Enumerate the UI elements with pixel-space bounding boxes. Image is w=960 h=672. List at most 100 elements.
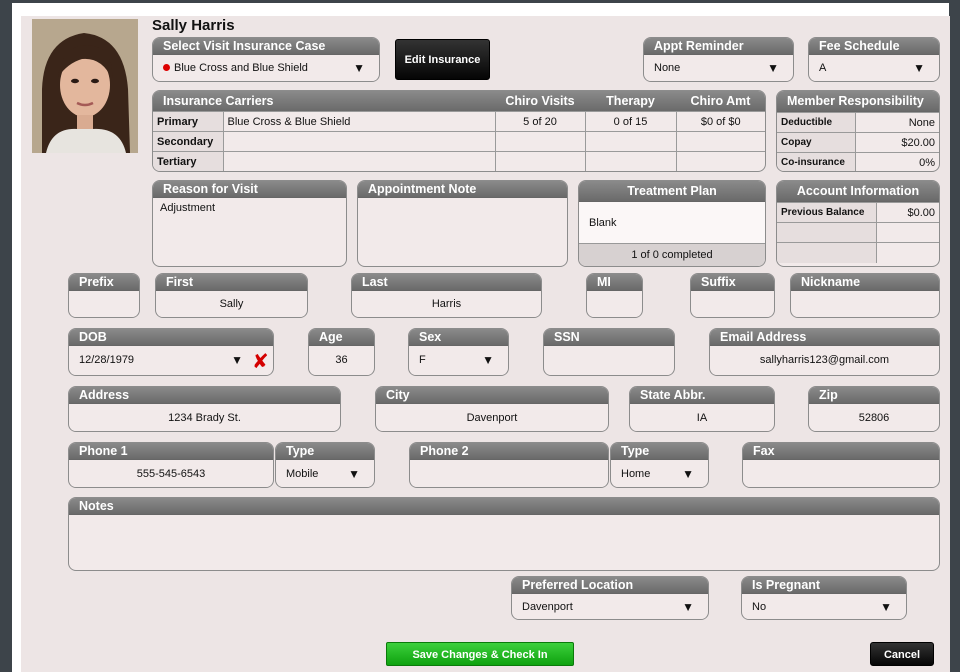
dob-value[interactable]: 12/28/1979 ▼	[71, 346, 271, 375]
address-input[interactable]: 1234 Brady St.	[71, 404, 338, 431]
phone1-label: Phone 1	[69, 443, 273, 460]
phone2-type-select[interactable]: Type Home ▼	[610, 442, 709, 488]
appt-note-text[interactable]	[358, 198, 567, 206]
table-row: Co-insurance 0%	[777, 152, 939, 171]
mi-input[interactable]	[589, 291, 640, 317]
address-field[interactable]: Address 1234 Brady St.	[68, 386, 341, 432]
first-input[interactable]: Sally	[158, 291, 305, 317]
chevron-down-icon[interactable]: ▼	[880, 594, 892, 619]
last-input[interactable]: Harris	[354, 291, 539, 317]
city-field[interactable]: City Davenport	[375, 386, 609, 432]
chevron-down-icon[interactable]: ▼	[353, 55, 365, 81]
prefix-label: Prefix	[69, 274, 139, 291]
insurance-carriers-table: Insurance Carriers Chiro Visits Therapy …	[152, 90, 766, 172]
chiro-visits-cell	[494, 131, 585, 152]
is-pregnant-select[interactable]: Is Pregnant No ▼	[741, 576, 907, 620]
carriers-header: Insurance Carriers	[163, 94, 274, 108]
phone1-input[interactable]: 555-545-6543	[71, 460, 271, 487]
location-value[interactable]: Davenport ▼	[514, 594, 706, 619]
type1-value[interactable]: Mobile ▼	[278, 460, 372, 487]
table-row: Deductible None	[777, 112, 939, 133]
pregnant-label: Is Pregnant	[742, 577, 906, 594]
row-label: Copay	[777, 132, 855, 153]
zip-input[interactable]: 52806	[811, 404, 937, 431]
last-name-field[interactable]: Last Harris	[351, 273, 542, 318]
ssn-field[interactable]: SSN	[543, 328, 675, 376]
fee-schedule-select[interactable]: Fee Schedule A ▼	[808, 37, 940, 82]
fee-schedule-label: Fee Schedule	[809, 38, 939, 55]
zip-field[interactable]: Zip 52806	[808, 386, 940, 432]
save-checkin-button[interactable]: Save Changes & Check In	[386, 642, 574, 666]
cancel-button[interactable]: Cancel	[870, 642, 934, 666]
therapy-cell: 0 of 15	[584, 111, 676, 132]
table-row: Tertiary	[153, 151, 765, 171]
pregnant-value[interactable]: No ▼	[744, 594, 904, 619]
nickname-field[interactable]: Nickname	[790, 273, 940, 318]
suffix-field[interactable]: Suffix	[690, 273, 775, 318]
type2-value[interactable]: Home ▼	[613, 460, 706, 487]
phone2-input[interactable]	[412, 460, 606, 487]
treatment-plan: Treatment Plan Blank 1 of 0 completed	[578, 180, 766, 267]
chevron-down-icon[interactable]: ▼	[682, 460, 694, 487]
insurance-case-select[interactable]: Select Visit Insurance Case Blue Cross a…	[152, 37, 380, 82]
fax-input[interactable]	[745, 460, 937, 487]
email-field[interactable]: Email Address sallyharris123@gmail.com	[709, 328, 940, 376]
chevron-down-icon[interactable]: ▼	[913, 55, 925, 81]
patient-photo	[32, 19, 138, 153]
notes-input[interactable]	[69, 515, 939, 570]
therapy-header: Therapy	[606, 94, 655, 108]
chiro-amt-cell: $0 of $0	[675, 111, 765, 132]
chevron-down-icon[interactable]: ▼	[767, 55, 779, 81]
appt-reminder-value[interactable]: None ▼	[646, 55, 791, 81]
reason-text[interactable]: Adjustment	[153, 198, 346, 218]
phone1-type-select[interactable]: Type Mobile ▼	[275, 442, 375, 488]
chevron-down-icon[interactable]: ▼	[482, 346, 494, 375]
phone1-field[interactable]: Phone 1 555-545-6543	[68, 442, 274, 488]
row-label: Co-insurance	[777, 152, 855, 171]
therapy-cell	[584, 131, 676, 152]
chevron-down-icon[interactable]: ▼	[348, 460, 360, 487]
carrier-cell	[222, 151, 495, 171]
nickname-input[interactable]	[793, 291, 937, 317]
carrier-cell: Blue Cross & Blue Shield	[222, 111, 495, 132]
first-name-field[interactable]: First Sally	[155, 273, 308, 318]
row-value: $0.00	[875, 202, 939, 223]
chiro-amt-cell	[675, 151, 765, 171]
age-value: 36	[311, 346, 372, 375]
prefix-field[interactable]: Prefix	[68, 273, 140, 318]
phone2-label: Phone 2	[410, 443, 608, 460]
phone2-field[interactable]: Phone 2	[409, 442, 609, 488]
prefix-input[interactable]	[71, 291, 137, 317]
email-input[interactable]: sallyharris123@gmail.com	[712, 346, 937, 375]
state-input[interactable]: IA	[632, 404, 772, 431]
sex-select[interactable]: Sex F ▼	[408, 328, 509, 376]
row-label: Primary	[153, 111, 223, 132]
appt-reminder-select[interactable]: Appt Reminder None ▼	[643, 37, 794, 82]
reason-for-visit[interactable]: Reason for Visit Adjustment	[152, 180, 347, 267]
appt-reminder-text: None	[654, 62, 681, 74]
state-field[interactable]: State Abbr. IA	[629, 386, 775, 432]
row-value: None	[854, 112, 939, 133]
mi-field[interactable]: MI	[586, 273, 643, 318]
clear-x-icon[interactable]: ✘	[252, 349, 269, 373]
preferred-location-select[interactable]: Preferred Location Davenport ▼	[511, 576, 709, 620]
edit-insurance-button[interactable]: Edit Insurance	[395, 39, 490, 80]
dob-field[interactable]: DOB 12/28/1979 ▼	[68, 328, 274, 376]
age-label: Age	[309, 329, 374, 346]
insurance-case-value[interactable]: Blue Cross and Blue Shield ▼	[155, 55, 377, 81]
nickname-label: Nickname	[791, 274, 939, 291]
therapy-cell	[584, 151, 676, 171]
chevron-down-icon[interactable]: ▼	[231, 346, 243, 375]
fee-schedule-value[interactable]: A ▼	[811, 55, 937, 81]
pregnant-text: No	[752, 601, 767, 613]
sex-value[interactable]: F ▼	[411, 346, 506, 375]
notes-field[interactable]: Notes	[68, 497, 940, 571]
fax-field[interactable]: Fax	[742, 442, 940, 488]
suffix-input[interactable]	[693, 291, 772, 317]
treatment-value: Blank	[579, 202, 765, 244]
sex-label: Sex	[409, 329, 508, 346]
city-input[interactable]: Davenport	[378, 404, 606, 431]
ssn-input[interactable]	[546, 346, 672, 375]
chevron-down-icon[interactable]: ▼	[682, 594, 694, 619]
appointment-note[interactable]: Appointment Note	[357, 180, 568, 267]
